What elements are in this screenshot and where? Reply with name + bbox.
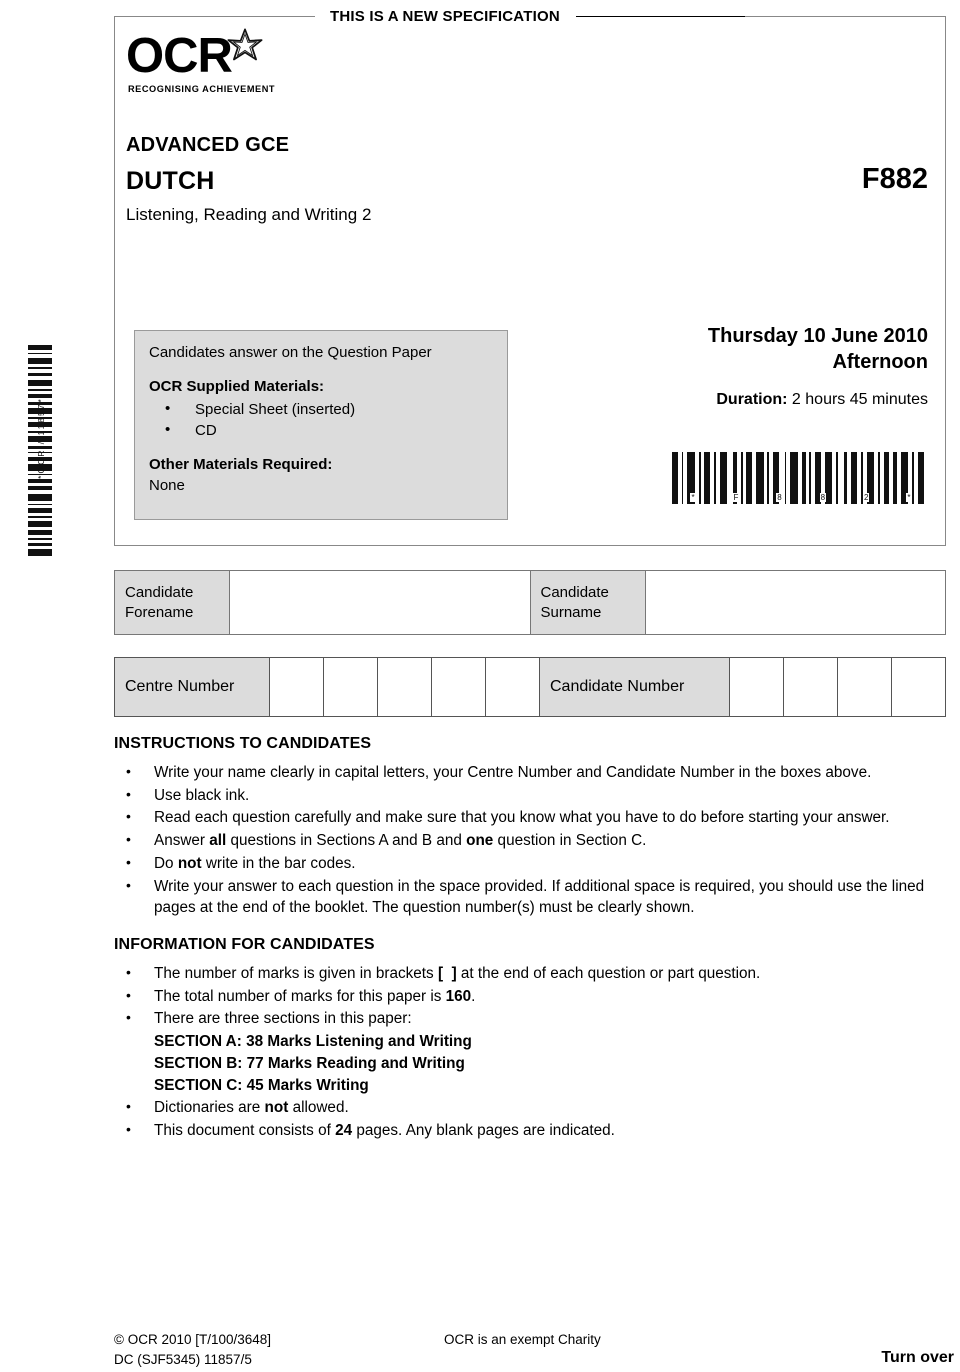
sections-breakdown: SECTION A: 38 Marks Listening and Writin… xyxy=(154,1031,954,1096)
barcode-label: * F 8 8 2 * xyxy=(672,493,930,502)
document-barcode-vertical: *OCR / 11857* xyxy=(18,345,52,561)
list-item: Do not write in the bar codes. xyxy=(114,853,954,875)
footer-left: © OCR 2010 [T/100/3648] DC (SJF5345) 118… xyxy=(114,1330,444,1369)
page-footer: © OCR 2010 [T/100/3648] DC (SJF5345) 118… xyxy=(114,1330,954,1369)
candidate-number-digit-box[interactable] xyxy=(838,658,892,716)
instruction-text: Read each question carefully and make su… xyxy=(154,809,890,827)
barcode-char: F xyxy=(732,493,740,502)
list-item: The number of marks is given in brackets… xyxy=(114,963,954,985)
qualification-title: ADVANCED GCE xyxy=(126,134,290,156)
candidate-surname-label: Candidate Surname xyxy=(530,571,646,634)
document-code-line: DC (SJF5345) 11857/5 xyxy=(114,1351,252,1367)
copyright-line: © OCR 2010 [T/100/3648] xyxy=(114,1332,272,1347)
supplied-materials-list: Special Sheet (inserted) CD xyxy=(149,398,493,441)
duration-label: Duration: xyxy=(716,391,788,408)
ocr-logo-wordmark: OCR xyxy=(126,29,233,83)
barcode-char: * xyxy=(690,493,696,502)
other-materials-value: None xyxy=(149,476,185,494)
centre-number-digit-box[interactable] xyxy=(432,658,486,716)
label-line-2: Forename xyxy=(125,603,194,621)
subject-title: DUTCH xyxy=(126,167,215,195)
instruction-text: Answer all questions in Sections A and B… xyxy=(154,832,647,850)
other-materials-heading: Other Materials Required: xyxy=(149,455,333,473)
centre-number-digit-box[interactable] xyxy=(270,658,324,716)
instructions-section: INSTRUCTIONS TO CANDIDATES Write your na… xyxy=(114,735,954,920)
exam-datetime-block: Thursday 10 June 2010 Afternoon Duration… xyxy=(598,325,928,409)
candidate-number-digit-box[interactable] xyxy=(892,658,945,716)
centre-number-label: Centre Number xyxy=(115,658,270,716)
candidate-surname-input[interactable] xyxy=(645,571,945,634)
candidate-number-digit-box[interactable] xyxy=(730,658,784,716)
information-text: There are three sections in this paper: xyxy=(154,1010,412,1028)
list-item: This document consists of 24 pages. Any … xyxy=(114,1120,954,1142)
section-line: SECTION A: 38 Marks Listening and Writin… xyxy=(154,1033,472,1051)
candidate-name-row: Candidate Forename Candidate Surname xyxy=(114,570,946,635)
candidate-number-row: Centre Number Candidate Number xyxy=(114,657,946,717)
instructions-list: Write your name clearly in capital lette… xyxy=(114,762,954,919)
materials-box: Candidates answer on the Question Paper … xyxy=(134,330,508,520)
list-item: There are three sections in this paper: … xyxy=(114,1008,954,1096)
exam-cover-page: THIS IS A NEW SPECIFICATION OCR RECOGNIS… xyxy=(0,0,960,1372)
duration-value: 2 hours 45 minutes xyxy=(791,391,928,408)
candidate-number-label: Candidate Number xyxy=(540,658,730,716)
centre-number-digit-box[interactable] xyxy=(324,658,378,716)
star-icon xyxy=(226,27,264,70)
list-item: Special Sheet (inserted) xyxy=(149,398,493,420)
section-line: SECTION B: 77 Marks Reading and Writing xyxy=(154,1054,465,1072)
barcode-char: 8 xyxy=(776,493,783,502)
supplied-materials-heading: OCR Supplied Materials: xyxy=(149,378,325,396)
instruction-text: Write your name clearly in capital lette… xyxy=(154,764,872,781)
exam-session: Afternoon xyxy=(832,351,928,373)
information-heading: INFORMATION FOR CANDIDATES xyxy=(114,936,375,953)
paper-code: F882 xyxy=(861,163,928,195)
barcode-char: 2 xyxy=(863,493,870,502)
instructions-heading: INSTRUCTIONS TO CANDIDATES xyxy=(114,735,372,752)
candidate-number-digit-box[interactable] xyxy=(784,658,838,716)
list-item: CD xyxy=(149,419,493,441)
barcode-char: * xyxy=(906,493,912,502)
label-line-1: Candidate xyxy=(540,584,609,602)
barcode-char: 8 xyxy=(819,493,827,502)
list-item: Dictionaries are not allowed. xyxy=(114,1097,954,1119)
information-text: The number of marks is given in brackets… xyxy=(154,965,761,982)
candidate-forename-label: Candidate Forename xyxy=(115,571,230,634)
information-text: The total number of marks for this paper… xyxy=(154,987,476,1005)
label-line-1: Candidate xyxy=(125,584,194,602)
charity-note: OCR is an exempt Charity xyxy=(444,1332,601,1347)
list-item: Answer all questions in Sections A and B… xyxy=(114,830,954,852)
information-section: INFORMATION FOR CANDIDATES The number of… xyxy=(114,936,954,1143)
list-item: Write your answer to each question in th… xyxy=(114,876,954,919)
paper-barcode: * F 8 8 2 * xyxy=(672,452,930,514)
instruction-text: Write your answer to each question in th… xyxy=(154,877,925,917)
ocr-logo-tagline: RECOGNISING ACHIEVEMENT xyxy=(128,83,276,94)
centre-number-digit-box[interactable] xyxy=(378,658,432,716)
paper-title: Listening, Reading and Writing 2 xyxy=(126,205,372,224)
information-list: The number of marks is given in brackets… xyxy=(114,963,954,1142)
list-item: Use black ink. xyxy=(114,785,954,807)
barcode-label-vertical: *OCR / 11857* xyxy=(36,397,46,479)
label-line-2: Surname xyxy=(540,603,602,621)
centre-number-digit-box[interactable] xyxy=(486,658,540,716)
instruction-text: Use black ink. xyxy=(154,786,250,804)
instruction-text: Do not write in the bar codes. xyxy=(154,854,356,872)
information-text: Dictionaries are not allowed. xyxy=(154,1099,349,1117)
section-line: SECTION C: 45 Marks Writing xyxy=(154,1076,369,1094)
turn-over-note: Turn over xyxy=(881,1348,954,1366)
list-item: Read each question carefully and make su… xyxy=(114,807,954,829)
information-text: This document consists of 24 pages. Any … xyxy=(154,1122,615,1140)
list-item: Write your name clearly in capital lette… xyxy=(114,762,954,784)
candidate-forename-input[interactable] xyxy=(230,571,531,634)
list-item: The total number of marks for this paper… xyxy=(114,986,954,1008)
exam-duration: Duration: 2 hours 45 minutes xyxy=(598,391,928,409)
materials-lead: Candidates answer on the Question Paper xyxy=(149,344,432,361)
exam-date: Thursday 10 June 2010 xyxy=(707,325,928,347)
ocr-logo: OCR RECOGNISING ACHIEVEMENT xyxy=(126,28,276,94)
